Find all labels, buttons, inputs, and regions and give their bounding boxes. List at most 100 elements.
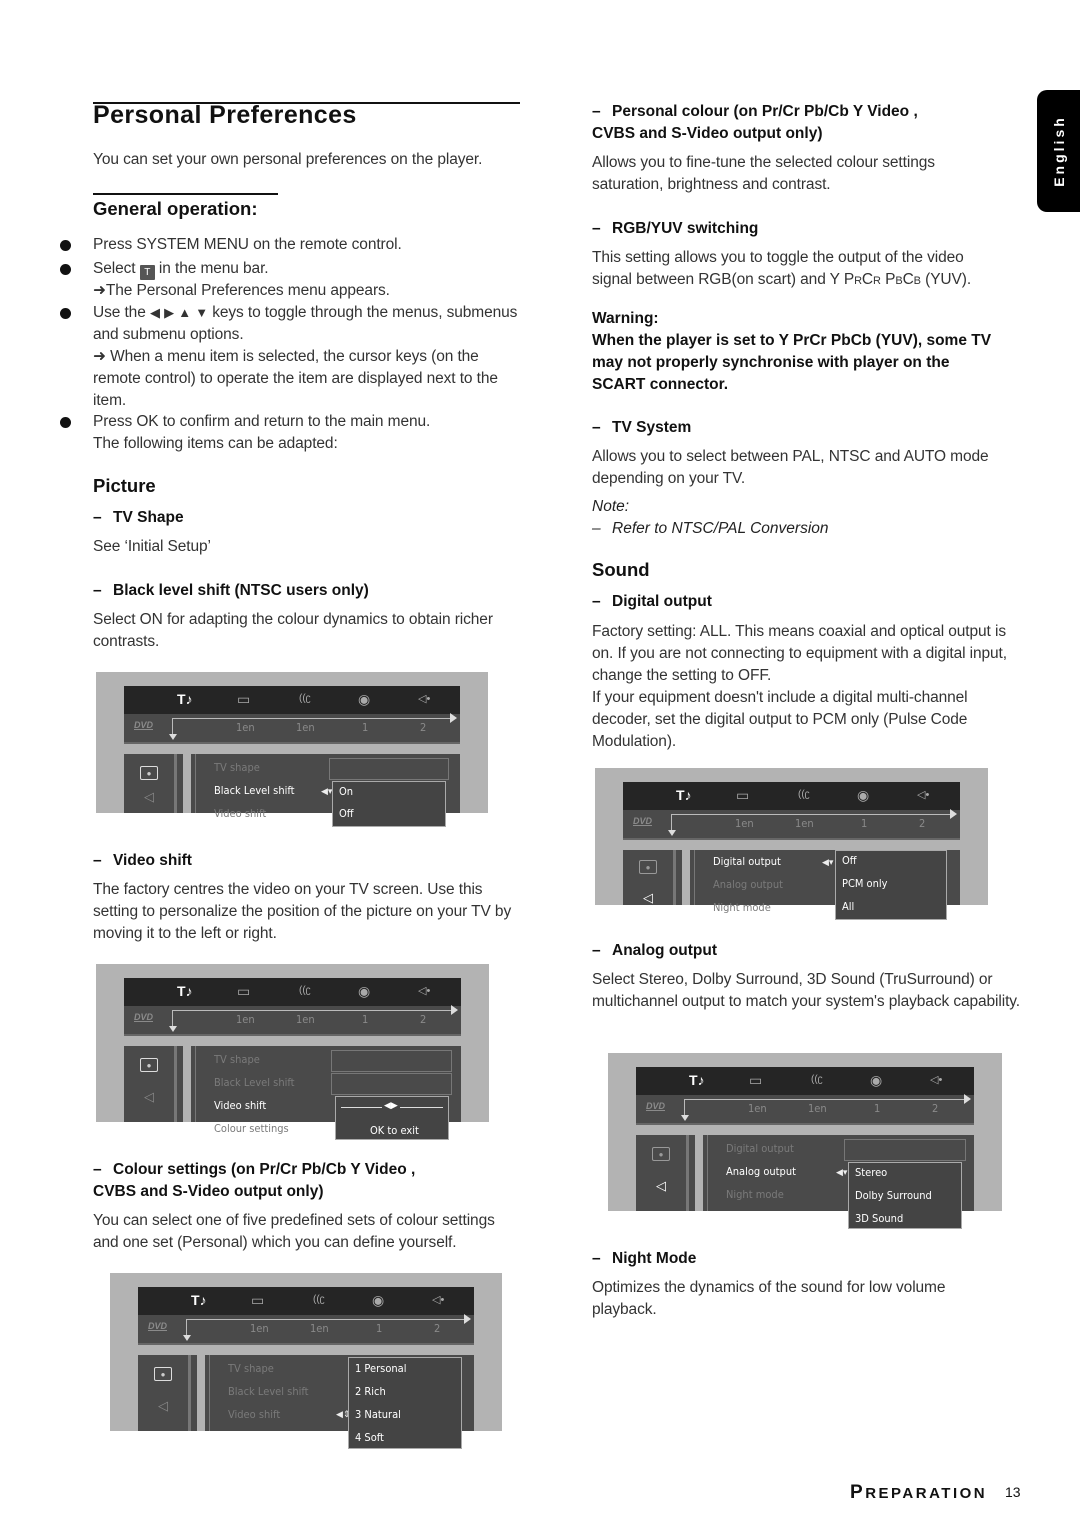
slider-handle-icon[interactable]: ◀▶ — [382, 1100, 400, 1111]
osd-item-video-shift[interactable]: Video shift — [214, 1099, 266, 1112]
audio-icon: ((ʗ — [811, 1074, 823, 1085]
speaker-icon: ◁ — [643, 890, 653, 905]
ok-to-exit-label: OK to exit — [370, 1124, 419, 1137]
down-arrow-icon — [183, 1335, 191, 1341]
digital-output-text: Factory setting: ALL. This means coaxial… — [592, 623, 1007, 750]
personal-preferences-icon: T♪ — [177, 691, 193, 707]
osd-item-black-level-shift[interactable]: Black Level shift — [214, 784, 295, 797]
osd-item-tv-shape[interactable]: TV shape — [214, 1053, 260, 1066]
footer-section-label: PREPARATION — [850, 1482, 988, 1503]
osd-option[interactable]: 3 Natural — [355, 1408, 401, 1421]
bullet-icon — [60, 417, 71, 428]
cursor-left-down-icon: ◀▾ — [321, 786, 333, 796]
result-arrow-icon: ➜ — [93, 282, 106, 299]
osd-dropdown[interactable]: Off PCM only All — [835, 850, 947, 920]
general-operation-rule — [93, 193, 278, 195]
speaker-icon: ◁ — [656, 1178, 666, 1193]
osd-option[interactable]: On — [339, 785, 353, 798]
osd-item-night-mode[interactable]: Night mode — [726, 1188, 784, 1201]
rgb-yuv-text: This setting allows you to toggle the ou… — [592, 249, 972, 288]
osd-item-tv-shape[interactable]: TV shape — [228, 1362, 274, 1375]
dvd-logo: DVD — [148, 1321, 168, 1331]
note-label: Note: — [592, 498, 630, 515]
warning-label: Warning: — [592, 310, 659, 327]
subtitle-icon: ▭ — [749, 1072, 763, 1088]
osd-status-bar: DVD 1en 1en 1 2 — [138, 1314, 474, 1345]
osd-status-bar: DVD 1en 1en 1 2 — [623, 809, 960, 840]
general-operation-heading: General operation: — [93, 198, 258, 219]
picture-icon: ● — [140, 766, 158, 780]
personal-preferences-icon: T♪ — [191, 1292, 207, 1308]
osd-item-black-level-shift[interactable]: Black Level shift — [214, 1076, 295, 1089]
angle-icon: ◉ — [372, 1292, 385, 1308]
osd-option[interactable]: Off — [842, 854, 857, 867]
personal-preferences-icon: T♪ — [676, 787, 692, 803]
osd-menu-bar: T♪ ▭ ((ʗ ◉ ◁• — [124, 686, 460, 714]
picture-heading: Picture — [93, 475, 156, 496]
osd-item-colour-settings[interactable]: Colour settings — [228, 1431, 303, 1444]
right-key-icon: ▶ — [164, 305, 174, 320]
language-label: English — [1050, 115, 1067, 187]
black-level-text: Select ON for adapting the colour dynami… — [93, 611, 493, 650]
osd-option[interactable]: PCM only — [842, 877, 888, 890]
osd-option[interactable]: Off — [339, 807, 354, 820]
right-arrow-icon — [950, 809, 957, 819]
dvd-logo: DVD — [646, 1101, 666, 1111]
page-number: 13 — [1005, 1484, 1021, 1500]
osd-option[interactable]: 1 Personal — [355, 1362, 406, 1375]
osd-status-bar: DVD 1en 1en 1 2 — [124, 1005, 461, 1036]
warning-text: When the player is set to Y PrCr PbCb (Y… — [592, 332, 992, 393]
osd-item-video-shift[interactable]: Video shift — [214, 807, 266, 820]
osd-item-black-level-shift[interactable]: Black Level shift — [228, 1385, 309, 1398]
picture-icon: ● — [639, 860, 657, 874]
colour-settings-text: You can select one of five predefined se… — [93, 1212, 495, 1251]
angle-icon: ◉ — [358, 691, 371, 707]
subtitle-icon: ▭ — [251, 1292, 265, 1308]
osd-item-night-mode[interactable]: Night mode — [713, 901, 771, 914]
osd-item-analog-output[interactable]: Analog output — [726, 1165, 796, 1178]
osd-item-colour-settings[interactable]: Colour settings — [214, 1122, 289, 1135]
subtitle-icon: ▭ — [736, 787, 750, 803]
personal-colour-text: Allows you to fine-tune the selected col… — [592, 154, 935, 193]
osd-option[interactable]: 2 Rich — [355, 1385, 386, 1398]
osd-item-analog-output[interactable]: Analog output — [713, 878, 783, 891]
step-3: Use the ◀ ▶ ▲ ▼ keys to toggle through t… — [60, 302, 520, 412]
personal-preferences-icon: T♪ — [177, 983, 193, 999]
audio-icon: ((ʗ — [299, 985, 311, 996]
osd-item-video-shift[interactable]: Video shift — [228, 1408, 280, 1421]
osd-item-digital-output[interactable]: Digital output — [713, 855, 781, 868]
dvd-logo: DVD — [134, 720, 154, 730]
down-arrow-icon — [169, 734, 177, 740]
osd-screenshot-analog-output: T♪ ▭ ((ʗ ◉ ◁• DVD 1en 1en 1 2 ● ◁ Digita… — [608, 1053, 1002, 1229]
bullet-icon — [60, 308, 71, 319]
osd-option[interactable]: Stereo — [855, 1166, 887, 1179]
page-title: Personal Preferences — [93, 101, 357, 129]
osd-option[interactable]: 4 Soft — [355, 1431, 384, 1444]
osd-option[interactable]: Dolby Surround — [855, 1189, 932, 1202]
osd-item-tv-shape[interactable]: TV shape — [214, 761, 260, 774]
osd-option[interactable]: All — [842, 900, 854, 913]
digital-output-title: – Digital output — [592, 593, 712, 610]
right-arrow-icon — [451, 1005, 458, 1015]
osd-screenshot-video-shift: T♪ ▭ ((ʗ ◉ ◁• DVD 1en 1en 1 2 ● ◁ TV sha… — [96, 964, 489, 1140]
osd-item-digital-output[interactable]: Digital output — [726, 1142, 794, 1155]
osd-screenshot-black-level: T♪ ▭ ((ʗ ◉ ◁• DVD 1en 1en 1 2 ● ◁ TV sha… — [96, 672, 488, 827]
down-arrow-icon — [668, 830, 676, 836]
osd-dropdown[interactable]: 1 Personal 2 Rich 3 Natural 4 Soft — [348, 1357, 462, 1449]
video-shift-title: – Video shift — [93, 852, 192, 869]
subtitle-icon: ▭ — [237, 691, 251, 707]
analog-output-text: Select Stereo, Dolby Surround, 3D Sound … — [592, 971, 1020, 1010]
osd-option[interactable]: 3D Sound — [855, 1212, 903, 1225]
tv-system-text: Allows you to select between PAL, NTSC a… — [592, 448, 989, 487]
result-arrow-icon: ➜ — [93, 348, 106, 365]
rgb-yuv-title: – RGB/YUV switching — [592, 220, 759, 237]
osd-dropdown[interactable]: Stereo Dolby Surround 3D Sound — [848, 1162, 962, 1229]
step-4: Press OK to confirm and return to the ma… — [60, 411, 520, 455]
osd-menu-bar: T♪ ▭ ((ʗ ◉ ◁• — [124, 978, 461, 1006]
osd-slider-panel[interactable]: ◀▶ OK to exit — [335, 1096, 449, 1140]
osd-dropdown[interactable]: On Off — [332, 781, 446, 827]
cursor-left-down-icon: ◀▾ — [836, 1167, 848, 1177]
down-key-icon: ▼ — [195, 305, 208, 320]
osd-menu-bar: T♪ ▭ ((ʗ ◉ ◁• — [636, 1067, 974, 1095]
subtitle-icon: ▭ — [237, 983, 251, 999]
